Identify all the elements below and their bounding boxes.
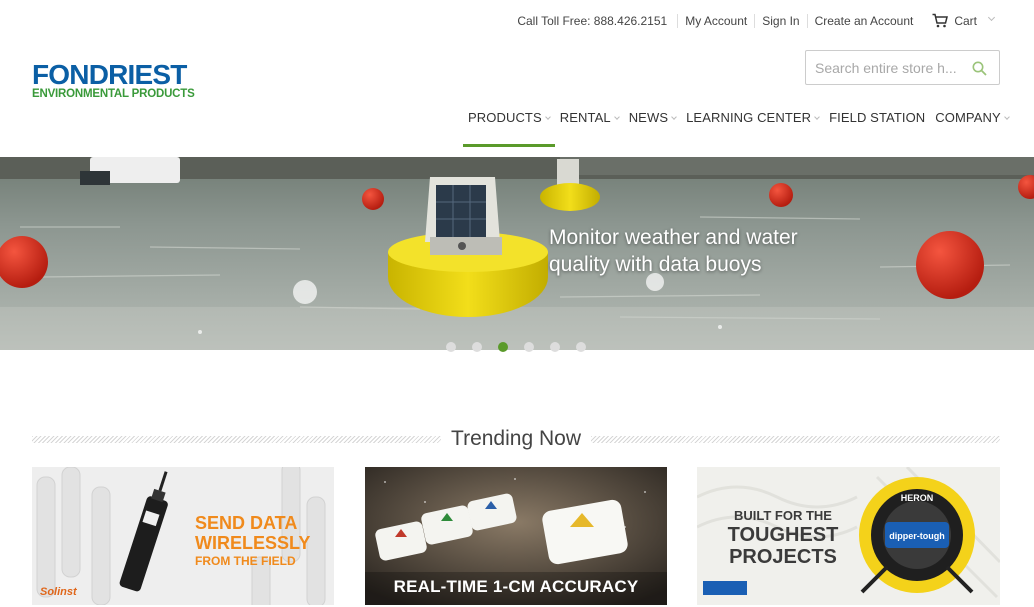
trending-header: Trending Now bbox=[32, 425, 1001, 453]
slider-dot[interactable] bbox=[524, 342, 534, 352]
chevron-down-icon bbox=[544, 114, 551, 120]
hero-caption-line2: quality with data buoys bbox=[549, 253, 762, 276]
tile-solinst-brand: Solinst bbox=[40, 586, 78, 598]
create-account-link[interactable]: Create an Account bbox=[806, 13, 921, 28]
hero-image bbox=[0, 157, 1034, 350]
slider-dot[interactable] bbox=[446, 342, 456, 352]
nav-products[interactable]: PRODUCTS bbox=[463, 110, 555, 147]
tile-heron-line1: BUILT FOR THE bbox=[734, 508, 832, 523]
chevron-down-icon bbox=[1003, 114, 1010, 120]
cart-label: Cart bbox=[954, 13, 977, 28]
tile-heron-line3: PROJECTS bbox=[729, 546, 837, 568]
search-icon[interactable] bbox=[972, 61, 987, 76]
nav-news-label: NEWS bbox=[628, 110, 669, 125]
nav-field-station-label: FIELD STATION bbox=[829, 110, 926, 125]
trending-tile-heron[interactable]: dipper-tough HERON BUILT FOR THE TOUGHES… bbox=[697, 467, 1000, 605]
logo-tagline: ENVIRONMENTAL PRODUCTS bbox=[32, 88, 195, 100]
chevron-down-icon bbox=[814, 114, 820, 120]
toll-free-phone: Call Toll Free: 888.426.2151 bbox=[517, 13, 668, 28]
slider-dot[interactable] bbox=[576, 342, 586, 352]
nav-company-label: COMPANY bbox=[935, 110, 1001, 125]
my-account-link[interactable]: My Account bbox=[677, 13, 754, 28]
slider-dots bbox=[446, 342, 586, 352]
main-navigation: PRODUCTS RENTAL NEWS LEARNING CENTER FIE… bbox=[463, 110, 1014, 147]
site-logo[interactable]: FONDRIEST ENVIRONMENTAL PRODUCTS bbox=[32, 59, 195, 101]
tile-solinst-line2: WIRELESSLY bbox=[195, 533, 311, 553]
chevron-down-icon bbox=[613, 114, 620, 120]
section-divider bbox=[32, 435, 442, 443]
nav-products-label: PRODUCTS bbox=[468, 110, 542, 125]
slider-dot[interactable] bbox=[472, 342, 482, 352]
nav-rental-label: RENTAL bbox=[559, 110, 611, 125]
slider-dot[interactable] bbox=[550, 342, 560, 352]
nav-rental[interactable]: RENTAL bbox=[555, 110, 624, 147]
chevron-down-icon bbox=[671, 114, 677, 120]
cart-link[interactable]: Cart bbox=[932, 13, 996, 28]
hero-caption-line1: Monitor weather and water bbox=[549, 226, 798, 249]
tile-solinst-line3: FROM THE FIELD bbox=[195, 554, 296, 568]
trending-tile-gps[interactable]: REAL-TIME 1-CM ACCURACY bbox=[365, 467, 667, 605]
tile-solinst-line1: SEND DATA bbox=[195, 513, 298, 533]
chevron-down-icon bbox=[987, 13, 996, 22]
tile-heron-line2: TOUGHEST bbox=[727, 524, 839, 546]
nav-learning-center-label: LEARNING CENTER bbox=[686, 110, 812, 125]
nav-news[interactable]: NEWS bbox=[624, 110, 681, 147]
nav-company[interactable]: COMPANY bbox=[930, 110, 1013, 147]
section-divider bbox=[590, 435, 1001, 443]
cart-icon bbox=[932, 13, 949, 28]
nav-learning-center[interactable]: LEARNING CENTER bbox=[681, 110, 824, 147]
tile-heron-product: dipper-tough bbox=[889, 531, 945, 541]
search-box bbox=[805, 50, 1000, 85]
search-input[interactable] bbox=[806, 59, 966, 76]
trending-title: Trending Now bbox=[451, 427, 581, 450]
nav-field-station[interactable]: FIELD STATION bbox=[824, 110, 930, 147]
logo-wordmark: FONDRIEST bbox=[32, 59, 187, 90]
tile-gps-text: REAL-TIME 1-CM ACCURACY bbox=[393, 577, 639, 596]
hero-banner[interactable]: Monitor weather and water quality with d… bbox=[0, 157, 1034, 350]
top-utility-bar: Call Toll Free: 888.426.2151 My Account … bbox=[510, 13, 996, 28]
slider-dot-active[interactable] bbox=[498, 342, 508, 352]
trending-tile-solinst[interactable]: Solinst SEND DATA WIRELESSLY FROM THE FI… bbox=[32, 467, 334, 605]
sign-in-link[interactable]: Sign In bbox=[754, 13, 806, 28]
hero-caption: Monitor weather and water quality with d… bbox=[549, 224, 829, 278]
tile-heron-brand: HERON bbox=[901, 493, 934, 503]
